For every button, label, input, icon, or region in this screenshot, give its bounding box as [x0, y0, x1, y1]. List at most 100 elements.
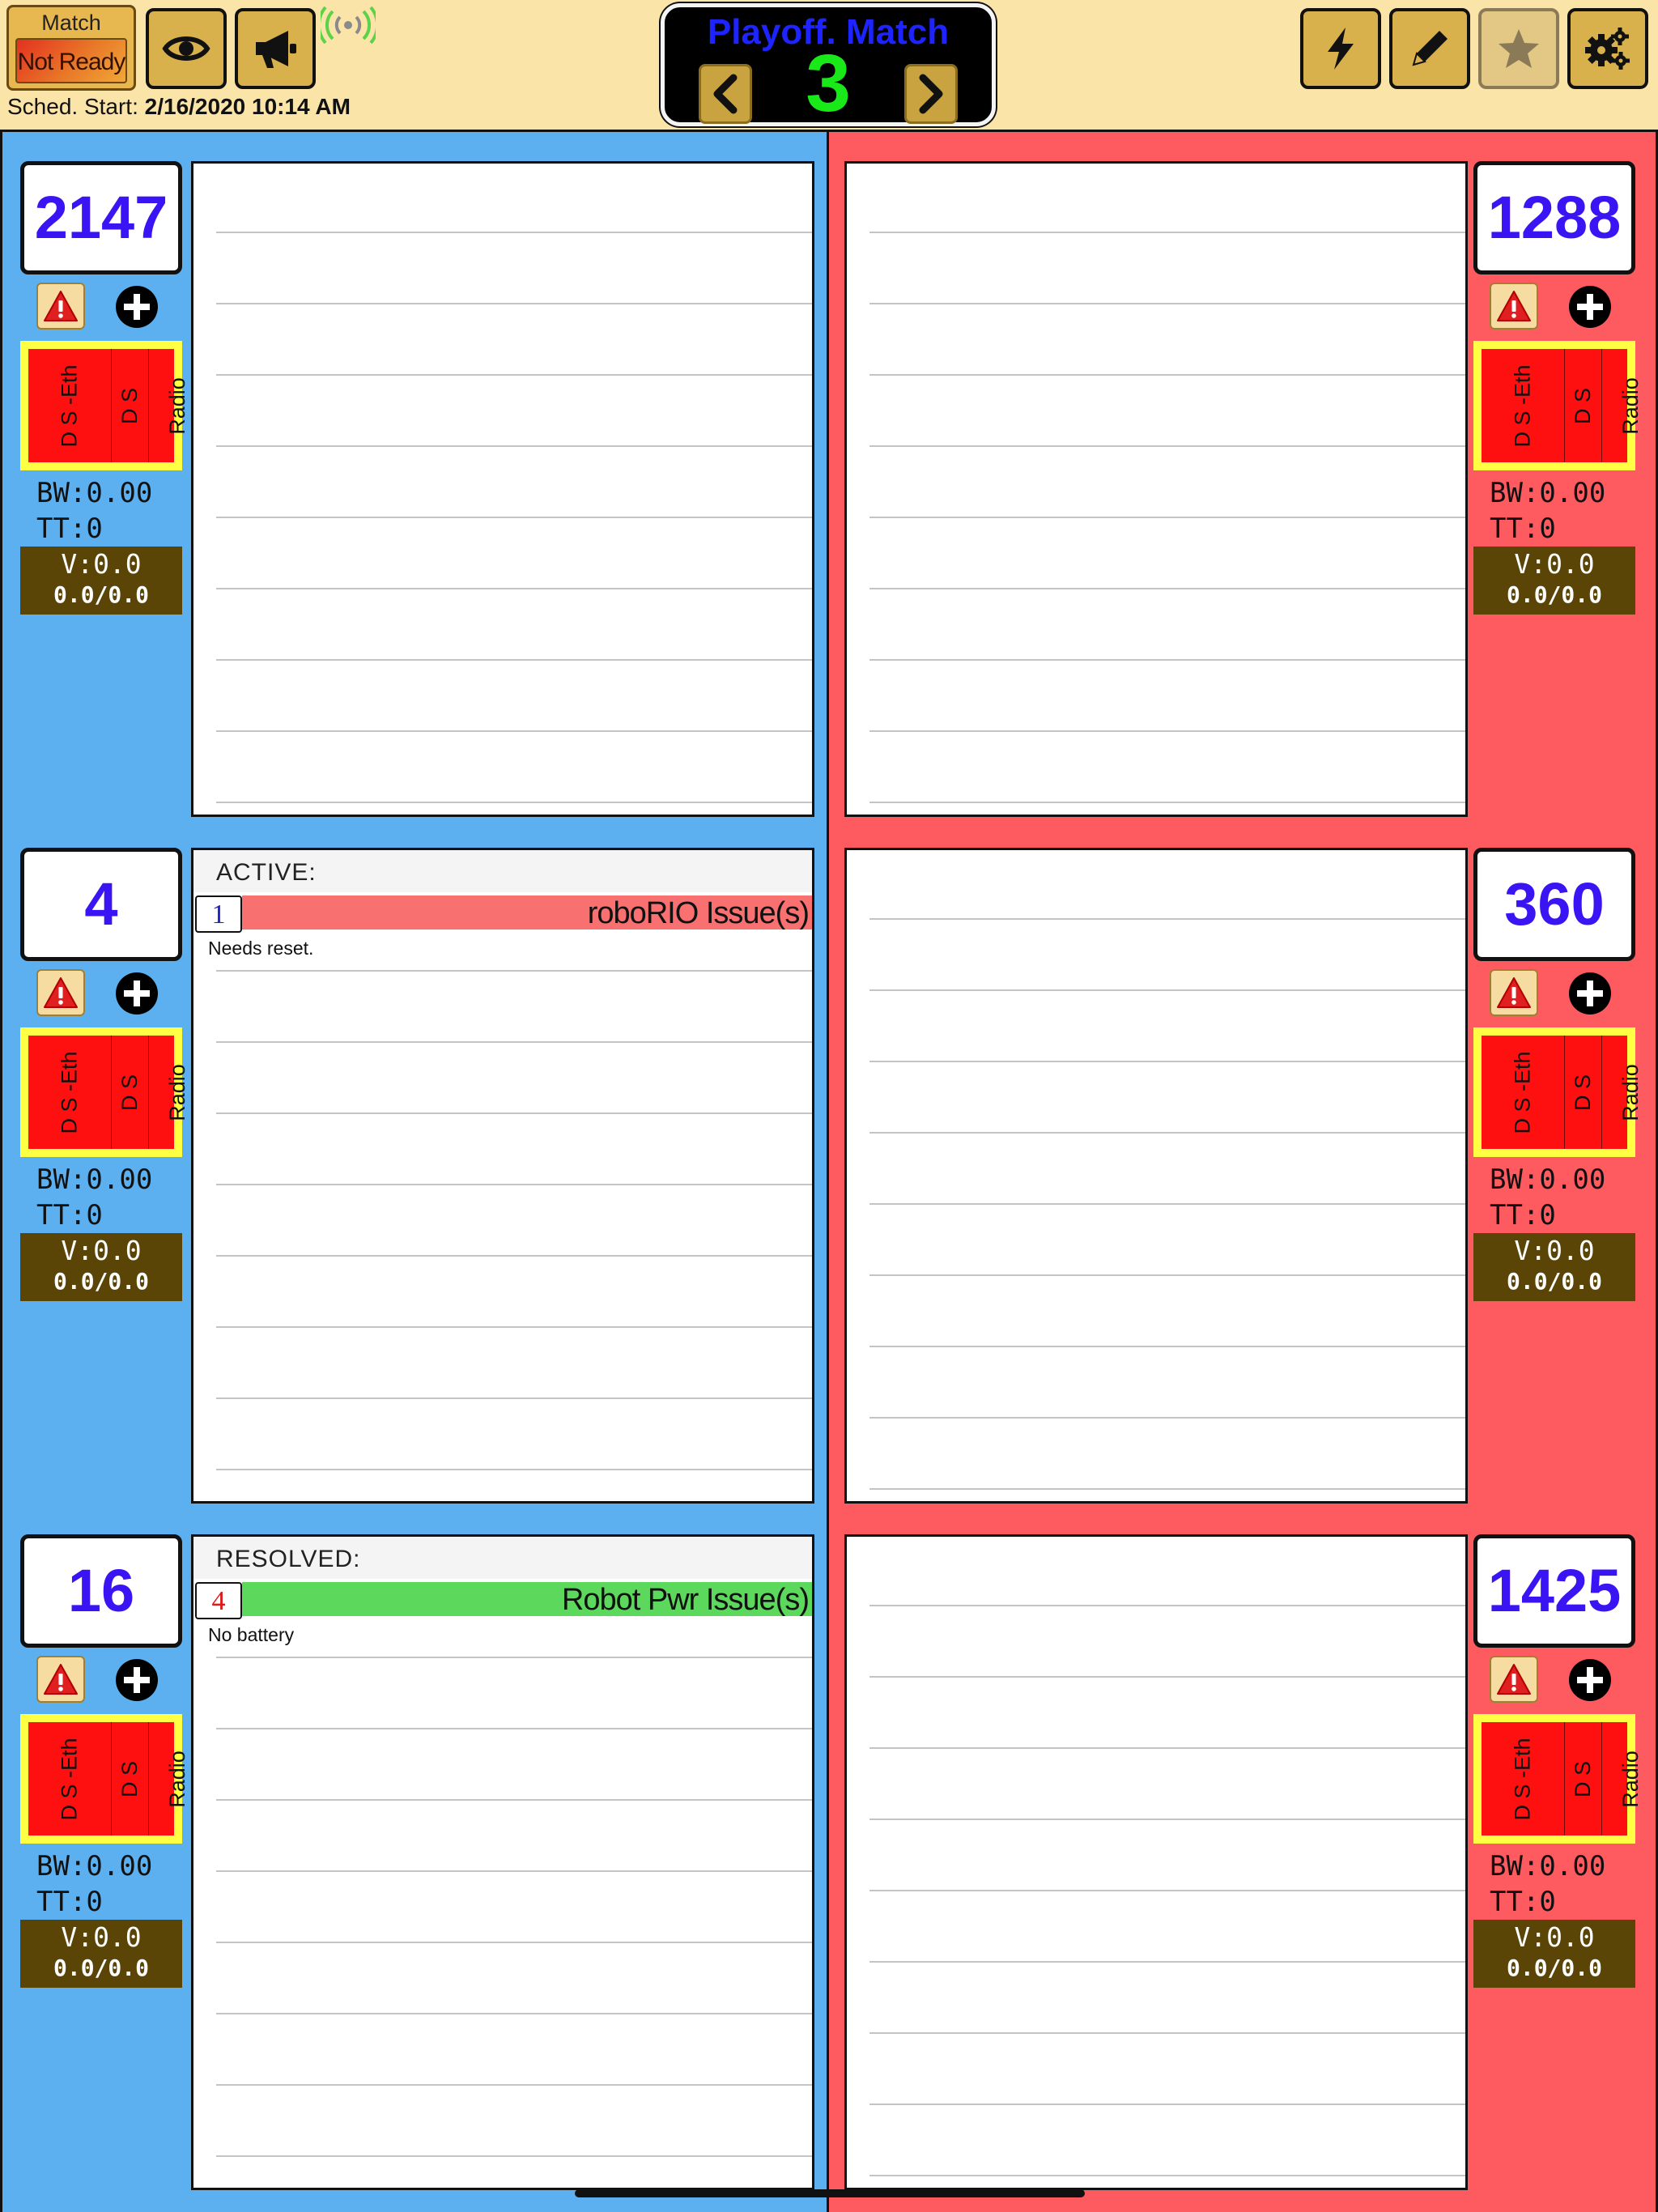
- team-stats: BW:0.00 TT:0: [1490, 1162, 1605, 1233]
- ruled-line: [216, 588, 812, 589]
- connection-label: D S -Eth: [57, 364, 82, 448]
- edit-button[interactable]: [1389, 8, 1470, 89]
- announce-button[interactable]: [235, 8, 316, 89]
- issue-notes-panel[interactable]: [844, 848, 1468, 1504]
- voltage-range: 0.0/0.0: [53, 1955, 149, 1981]
- ruled-line: [869, 989, 1465, 991]
- add-issue-button[interactable]: [114, 284, 159, 330]
- trip-time-readout: TT:0: [1490, 513, 1556, 545]
- team-number[interactable]: 1288: [1473, 161, 1635, 274]
- chevron-right-icon: [919, 74, 943, 114]
- report-issue-button[interactable]: [1490, 969, 1538, 1016]
- ruled-line: [216, 2155, 812, 2157]
- eye-icon: [162, 36, 210, 61]
- bandwidth-readout: BW:0.00: [1490, 1850, 1606, 1882]
- wireless-signal-icon: [321, 6, 376, 44]
- ruled-line: [216, 730, 812, 732]
- sched-value: 2/16/2020 10:14 AM: [144, 94, 351, 119]
- issue-title: Robot Pwr Issue(s): [242, 1582, 812, 1617]
- voltage-box: V:0.0 0.0/0.0: [20, 1920, 182, 1988]
- report-issue-button[interactable]: [36, 283, 85, 330]
- issue-notes-panel[interactable]: [191, 161, 814, 817]
- report-issue-button[interactable]: [36, 969, 85, 1016]
- report-issue-button[interactable]: [1490, 1656, 1538, 1703]
- ruled-line: [869, 232, 1465, 233]
- connection-cell: D S -Eth: [1482, 1722, 1566, 1836]
- team-card: 2147 D S -EthD SRadioRoboRio BW:0.00 TT:…: [20, 145, 261, 615]
- voltage-box: V:0.0 0.0/0.0: [20, 1233, 182, 1301]
- ruled-line: [869, 1747, 1465, 1749]
- team-number[interactable]: 2147: [20, 161, 182, 274]
- add-issue-button[interactable]: [114, 1657, 159, 1703]
- issue-section-heading: ACTIVE:: [193, 850, 812, 892]
- issue-note: No battery: [208, 1624, 295, 1645]
- voltage-box: V:0.0 0.0/0.0: [1473, 1920, 1635, 1988]
- team-number[interactable]: 360: [1473, 848, 1635, 961]
- favorite-button[interactable]: [1478, 8, 1559, 89]
- chevron-left-icon: [713, 74, 738, 114]
- connection-label: D S: [1571, 1074, 1596, 1111]
- ruled-line: [216, 1469, 812, 1470]
- ruled-lines: [869, 850, 1465, 1501]
- ruled-line: [216, 1657, 812, 1658]
- issue-row[interactable]: Robot Pwr Issue(s) 4: [193, 1580, 812, 1619]
- voltage-range: 0.0/0.0: [53, 581, 149, 608]
- view-button[interactable]: [146, 8, 227, 89]
- settings-button[interactable]: [1567, 8, 1648, 89]
- power-button[interactable]: [1300, 8, 1381, 89]
- voltage-range: 0.0/0.0: [1506, 1268, 1602, 1295]
- trip-time-readout: TT:0: [36, 513, 103, 545]
- ruled-line: [869, 588, 1465, 589]
- ruled-line: [216, 802, 812, 803]
- connection-label: D S: [117, 1074, 142, 1111]
- add-issue-button[interactable]: [1567, 1657, 1613, 1703]
- issue-notes-panel[interactable]: [844, 161, 1468, 817]
- connection-cell: D S: [112, 349, 150, 462]
- report-issue-button[interactable]: [36, 1656, 85, 1703]
- connection-cell: Radio: [1602, 349, 1658, 462]
- ruled-line: [869, 1132, 1465, 1134]
- ruled-line: [869, 1203, 1465, 1205]
- add-issue-button[interactable]: [1567, 284, 1613, 330]
- match-status-button[interactable]: Match Not Ready: [6, 5, 136, 91]
- issue-row[interactable]: roboRIO Issue(s) 1: [193, 894, 812, 933]
- sched-label: Sched. Start:: [7, 94, 138, 119]
- issue-notes-panel[interactable]: RESOLVED: Robot Pwr Issue(s) 4 No batter…: [191, 1534, 814, 2190]
- team-card: 1288 D S -EthD SRadioRoboRio BW:0.00 TT:…: [1473, 145, 1643, 615]
- team-number[interactable]: 4: [20, 848, 182, 961]
- ruled-line: [869, 1488, 1465, 1490]
- issue-notes-panel[interactable]: [844, 1534, 1468, 2190]
- team-stats: BW:0.00 TT:0: [1490, 1848, 1605, 1920]
- bandwidth-readout: BW:0.00: [36, 477, 153, 509]
- ruled-line: [869, 2104, 1465, 2105]
- voltage-readout: V:0.0: [61, 548, 142, 580]
- connection-cell: D S -Eth: [28, 349, 113, 462]
- add-issue-button[interactable]: [114, 971, 159, 1016]
- ruled-line: [216, 2084, 812, 2086]
- issue-notes-panel[interactable]: ACTIVE: roboRIO Issue(s) 1 Needs reset.: [191, 848, 814, 1504]
- match-status-label: Match: [41, 11, 101, 35]
- ruled-line: [869, 1605, 1465, 1606]
- ruled-line: [869, 2032, 1465, 2034]
- connection-label: D S -Eth: [1510, 1737, 1535, 1821]
- connection-label: D S: [117, 1760, 142, 1797]
- team-stats: BW:0.00 TT:0: [1490, 475, 1605, 547]
- ruled-line: [869, 1819, 1465, 1820]
- trip-time-readout: TT:0: [1490, 1886, 1556, 1918]
- connection-status: D S -EthD SRadioRoboRio: [1473, 1027, 1643, 1157]
- next-match-button[interactable]: [904, 64, 958, 124]
- connection-label: D S: [1571, 1760, 1596, 1797]
- ruled-lines: [869, 164, 1465, 815]
- ruled-line: [216, 1728, 812, 1729]
- connection-cell: D S: [1565, 349, 1603, 462]
- connection-cell: D S -Eth: [1482, 1036, 1566, 1149]
- team-number[interactable]: 16: [20, 1534, 182, 1648]
- add-issue-button[interactable]: [1567, 971, 1613, 1016]
- ruled-line: [216, 517, 812, 518]
- team-number[interactable]: 1425: [1473, 1534, 1635, 1648]
- previous-match-button[interactable]: [699, 64, 752, 124]
- report-issue-button[interactable]: [1490, 283, 1538, 330]
- ruled-line: [216, 1799, 812, 1801]
- match-status-value: Not Ready: [15, 38, 127, 83]
- voltage-readout: V:0.0: [61, 1921, 142, 1953]
